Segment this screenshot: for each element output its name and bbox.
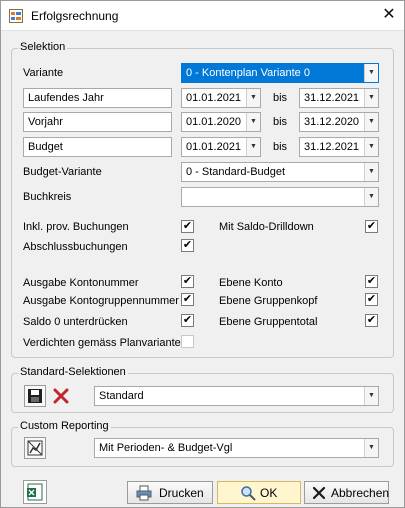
inkl-prov-checkbox[interactable]: ✔: [181, 220, 194, 233]
period-from-date-laufendes-jahr[interactable]: 01.01.2021 ▼: [181, 88, 261, 108]
save-icon: [28, 389, 42, 403]
chevron-down-icon[interactable]: ▼: [364, 64, 378, 82]
close-icon[interactable]: ✕: [379, 5, 399, 25]
abbrechen-button[interactable]: Abbrechen: [304, 481, 389, 504]
ausgabe-kontonummer-label: Ausgabe Kontonummer: [23, 277, 139, 289]
period-label-field-laufendes-jahr[interactable]: Laufendes Jahr: [23, 88, 172, 108]
period-label-field-vorjahr[interactable]: Vorjahr: [23, 112, 172, 132]
period-label-field-budget[interactable]: Budget: [23, 137, 172, 157]
date-value: 01.01.2021: [186, 141, 242, 153]
period-to-date-laufendes-jahr[interactable]: 31.12.2021 ▼: [299, 88, 379, 108]
excel-export-button[interactable]: [23, 480, 47, 504]
inkl-prov-label: Inkl. prov. Buchungen: [23, 221, 129, 233]
ok-button[interactable]: OK: [217, 481, 301, 504]
buchkreis-select[interactable]: ▼: [181, 187, 379, 207]
bis-label: bis: [273, 92, 288, 104]
chevron-down-icon[interactable]: ▼: [364, 138, 378, 156]
selektion-group-title: Selektion: [18, 41, 68, 53]
budget-variante-select[interactable]: 0 - Standard-Budget ▼: [181, 162, 379, 182]
drucken-button[interactable]: Drucken: [127, 481, 213, 504]
ebene-konto-label: Ebene Konto: [219, 277, 283, 289]
chevron-down-icon[interactable]: ▼: [364, 439, 378, 457]
ebene-konto-checkbox[interactable]: ✔: [365, 275, 378, 288]
variante-label: Variante: [23, 67, 64, 79]
date-value: 31.12.2021: [304, 141, 360, 153]
chevron-down-icon[interactable]: ▼: [246, 138, 260, 156]
budget-variante-value: 0 - Standard-Budget: [186, 166, 286, 178]
period-to-date-budget[interactable]: 31.12.2021 ▼: [299, 137, 379, 157]
ebene-gruppenkopf-label: Ebene Gruppenkopf: [219, 295, 318, 307]
cancel-x-icon: [312, 486, 326, 500]
standard-selektionen-select[interactable]: Standard ▼: [94, 386, 379, 406]
variante-select[interactable]: 0 - Kontenplan Variante 0 ▼: [181, 63, 379, 83]
printer-icon: [136, 485, 152, 501]
ausgabe-kontonummer-checkbox[interactable]: ✔: [181, 275, 194, 288]
custom-reporting-select[interactable]: Mit Perioden- & Budget-Vgl ▼: [94, 438, 379, 458]
ok-magnifier-icon: [241, 486, 256, 501]
saldo-0-label: Saldo 0 unterdrücken: [23, 316, 128, 328]
custom-reporting-value: Mit Perioden- & Budget-Vgl: [99, 442, 233, 454]
abschlussbuchungen-checkbox[interactable]: ✔: [181, 239, 194, 252]
custom-reporting-button[interactable]: [24, 437, 46, 459]
title-bar: Erfolgsrechnung ✕: [1, 1, 404, 31]
period-from-date-vorjahr[interactable]: 01.01.2020 ▼: [181, 112, 261, 132]
chevron-down-icon[interactable]: ▼: [246, 113, 260, 131]
ok-label: OK: [260, 486, 278, 500]
chevron-down-icon[interactable]: ▼: [364, 163, 378, 181]
ausgabe-kontogruppennummer-label: Ausgabe Kontogruppennummer: [23, 295, 179, 307]
dialog-window: Erfolgsrechnung ✕ Selektion Variante 0 -…: [0, 0, 405, 508]
mit-saldo-drilldown-label: Mit Saldo-Drilldown: [219, 221, 314, 233]
buchkreis-label: Buchkreis: [23, 191, 72, 203]
chevron-down-icon[interactable]: ▼: [364, 387, 378, 405]
variante-value: 0 - Kontenplan Variante 0: [186, 67, 310, 79]
bis-label: bis: [273, 141, 288, 153]
app-icon: [9, 9, 23, 23]
chevron-down-icon[interactable]: ▼: [364, 188, 378, 206]
date-value: 01.01.2020: [186, 116, 242, 128]
date-value: 01.01.2021: [186, 92, 242, 104]
budget-variante-label: Budget-Variante: [23, 166, 102, 178]
chevron-down-icon[interactable]: ▼: [246, 89, 260, 107]
period-to-date-vorjahr[interactable]: 31.12.2020 ▼: [299, 112, 379, 132]
chevron-down-icon[interactable]: ▼: [364, 89, 378, 107]
abbrechen-label: Abbrechen: [331, 486, 390, 500]
ausgabe-kontogruppennummer-checkbox[interactable]: ✔: [181, 293, 194, 306]
verdichten-checkbox[interactable]: [181, 335, 194, 348]
standard-selektionen-value: Standard: [99, 390, 144, 402]
mit-saldo-drilldown-checkbox[interactable]: ✔: [365, 220, 378, 233]
period-from-date-budget[interactable]: 01.01.2021 ▼: [181, 137, 261, 157]
report-chart-icon: [27, 440, 43, 456]
standard-selektionen-title: Standard-Selektionen: [18, 366, 128, 378]
delete-selection-button[interactable]: [50, 385, 72, 407]
abschlussbuchungen-label: Abschlussbuchungen: [23, 241, 128, 253]
excel-icon: [27, 483, 43, 501]
date-value: 31.12.2021: [304, 92, 360, 104]
custom-reporting-title: Custom Reporting: [18, 420, 111, 432]
delete-icon: [53, 388, 69, 404]
date-value: 31.12.2020: [304, 116, 360, 128]
verdichten-label: Verdichten gemäss Planvariante: [23, 337, 181, 349]
bis-label: bis: [273, 116, 288, 128]
window-title: Erfolgsrechnung: [31, 9, 119, 23]
drucken-label: Drucken: [159, 486, 204, 500]
ebene-gruppentotal-label: Ebene Gruppentotal: [219, 316, 318, 328]
chevron-down-icon[interactable]: ▼: [364, 113, 378, 131]
ebene-gruppentotal-checkbox[interactable]: ✔: [365, 314, 378, 327]
ebene-gruppenkopf-checkbox[interactable]: ✔: [365, 293, 378, 306]
save-selection-button[interactable]: [24, 385, 46, 407]
saldo-0-checkbox[interactable]: ✔: [181, 314, 194, 327]
